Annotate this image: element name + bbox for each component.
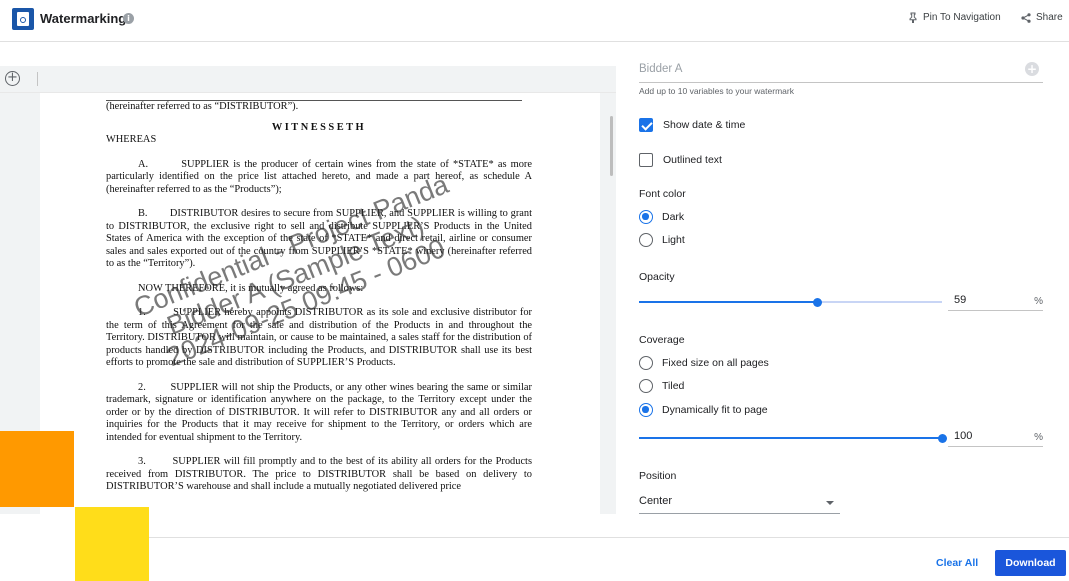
opacity-value: 59	[954, 294, 967, 306]
doc-line-whereas: WHEREAS	[106, 134, 157, 145]
pin-icon	[909, 12, 917, 23]
doc-heading-witnesseth: WITNESSETH	[271, 121, 367, 133]
share-icon	[1021, 12, 1031, 23]
document-toolbar: +	[0, 66, 616, 93]
chevron-down-icon	[826, 501, 834, 505]
add-circle-icon[interactable]: +	[5, 71, 20, 86]
outlined-text-checkbox[interactable]: Outlined text	[639, 153, 722, 167]
opacity-slider-thumb[interactable]	[813, 297, 823, 307]
font-color-light-radio[interactable]: Light	[639, 233, 685, 247]
coverage-value: 100	[954, 430, 973, 442]
font-color-dark-label: Dark	[662, 211, 685, 223]
show-date-time-label: Show date & time	[663, 119, 746, 131]
opacity-input[interactable]: 59 %	[948, 291, 1043, 311]
document-page: (hereinafter referred to as “DISTRIBUTOR…	[40, 93, 600, 514]
coverage-fit-to-page-label: Dynamically fit to page	[662, 404, 768, 416]
pin-label: Pin To Navigation	[923, 12, 1001, 23]
opacity-label: Opacity	[639, 271, 675, 283]
radio-selected-icon[interactable]	[639, 210, 653, 224]
coverage-input[interactable]: 100 %	[948, 427, 1043, 447]
coverage-tiled-label: Tiled	[662, 380, 685, 392]
doc-paragraph-1: 1. SUPPLIER hereby appoints DISTRIBUTOR …	[106, 307, 532, 368]
decorative-orange-square	[0, 431, 74, 507]
coverage-slider-thumb[interactable]	[937, 433, 947, 443]
position-label: Position	[639, 470, 677, 482]
download-button[interactable]: Download	[995, 550, 1066, 576]
variable-helper-text: Add up to 10 variables to your watermark	[639, 86, 794, 96]
font-color-light-label: Light	[662, 234, 685, 246]
position-select-value: Center	[639, 495, 673, 507]
app-header: Watermarking i Pin To Navigation Share	[0, 0, 1069, 42]
document-scrollbar[interactable]	[610, 116, 613, 176]
share-label: Share	[1036, 12, 1063, 23]
font-color-label: Font color	[639, 188, 686, 200]
coverage-fixed-size-radio[interactable]: Fixed size on all pages	[639, 356, 769, 370]
doc-paragraph-b: B. DISTRIBUTOR desires to secure from SU…	[106, 208, 532, 269]
coverage-tiled-radio[interactable]: Tiled	[639, 379, 684, 393]
opacity-unit: %	[1034, 296, 1043, 307]
show-date-time-checkbox[interactable]: Show date & time	[639, 118, 745, 132]
coverage-fixed-size-label: Fixed size on all pages	[662, 357, 769, 369]
toolbar-divider	[37, 72, 38, 86]
decorative-yellow-square	[75, 507, 149, 581]
radio-unselected-icon[interactable]	[639, 379, 653, 393]
variable-input-value: Bidder A	[639, 63, 683, 75]
document-preview-area: + (hereinafter referred to as “DISTRIBUT…	[0, 66, 616, 514]
document-text: (hereinafter referred to as “DISTRIBUTOR…	[106, 93, 532, 494]
radio-unselected-icon[interactable]	[639, 356, 653, 370]
page-title: Watermarking	[40, 11, 127, 26]
pin-to-navigation-button[interactable]: Pin To Navigation	[908, 12, 1001, 23]
action-footer: Clear All Download	[149, 537, 1069, 581]
coverage-unit: %	[1034, 432, 1043, 443]
font-color-dark-radio[interactable]: Dark	[639, 210, 684, 224]
coverage-fit-to-page-radio[interactable]: Dynamically fit to page	[639, 403, 768, 417]
clear-all-button[interactable]: Clear All	[936, 557, 978, 569]
doc-paragraph-3: 3. SUPPLIER will fill promptly and to th…	[106, 456, 532, 492]
position-select[interactable]: Center	[639, 493, 840, 514]
doc-paragraph-now-therefore: NOW THEREFORE, it is mutually agreed as …	[138, 282, 364, 294]
outlined-text-label: Outlined text	[663, 154, 722, 166]
coverage-label: Coverage	[639, 334, 685, 346]
coverage-slider[interactable]	[639, 431, 947, 445]
doc-paragraph-a: A. SUPPLIER is the producer of certain w…	[106, 158, 532, 195]
doc-line-distributor: (hereinafter referred to as “DISTRIBUTOR…	[106, 101, 299, 112]
radio-selected-icon[interactable]	[639, 403, 653, 417]
radio-unselected-icon[interactable]	[639, 233, 653, 247]
watermark-app-logo-icon	[12, 8, 34, 30]
opacity-slider[interactable]	[639, 295, 942, 309]
watermark-settings-panel: Bidder A + Add up to 10 variables to you…	[616, 42, 1069, 514]
share-button[interactable]: Share	[1021, 12, 1063, 23]
checkbox-unchecked-icon[interactable]	[639, 153, 653, 167]
info-icon[interactable]: i	[123, 13, 134, 24]
plus-circle-icon[interactable]: +	[1025, 62, 1039, 76]
doc-paragraph-2: 2. SUPPLIER will not ship the Products, …	[106, 381, 532, 443]
checkbox-checked-icon[interactable]	[639, 118, 653, 132]
variable-input[interactable]: Bidder A +	[639, 62, 1043, 83]
